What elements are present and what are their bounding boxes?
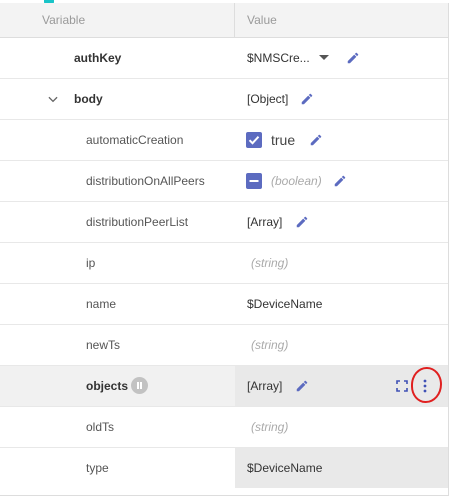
- value-cell[interactable]: (boolean): [235, 161, 448, 201]
- value-placeholder: (boolean): [271, 174, 322, 188]
- variable-name: distributionPeerList: [86, 215, 189, 229]
- variable-name: newTs: [86, 338, 121, 352]
- pencil-icon[interactable]: [300, 92, 314, 106]
- variable-name: ip: [86, 256, 96, 270]
- variable-cell: automaticCreation: [0, 120, 234, 160]
- variable-name: body: [74, 92, 103, 106]
- info-icon[interactable]: [131, 377, 148, 394]
- value-cell[interactable]: [Array]: [235, 202, 448, 242]
- variable-name: automaticCreation: [86, 133, 184, 147]
- checkbox-checked-icon[interactable]: [246, 132, 262, 148]
- variable-cell: ip: [0, 243, 234, 283]
- variable-cell: objects: [0, 366, 234, 406]
- variable-name: authKey: [74, 51, 122, 65]
- variable-cell: type: [0, 448, 234, 488]
- value-placeholder: (string): [251, 338, 289, 352]
- value-placeholder: (string): [251, 420, 289, 434]
- row-name[interactable]: name $DeviceName: [0, 284, 448, 325]
- variable-cell: newTs: [0, 325, 234, 365]
- variable-cell: name: [0, 284, 234, 324]
- variables-table: Variable Value authKey $NMSCre... body […: [0, 3, 449, 496]
- value-cell[interactable]: true: [235, 120, 448, 160]
- row-oldts[interactable]: oldTs (string): [0, 407, 448, 448]
- variable-cell: oldTs: [0, 407, 234, 447]
- row-body[interactable]: body [Object]: [0, 79, 448, 120]
- row-ip[interactable]: ip (string): [0, 243, 448, 284]
- dropdown-arrow-icon[interactable]: [319, 55, 329, 60]
- pencil-icon[interactable]: [333, 174, 347, 188]
- variable-cell: distributionOnAllPeers: [0, 161, 234, 201]
- variable-name: distributionOnAllPeers: [86, 174, 205, 188]
- row-automaticcreation[interactable]: automaticCreation true: [0, 120, 448, 161]
- pencil-icon[interactable]: [346, 51, 360, 65]
- variable-cell: authKey: [0, 38, 234, 78]
- row-distributionpeerlist[interactable]: distributionPeerList [Array]: [0, 202, 448, 243]
- pencil-icon[interactable]: [295, 215, 309, 229]
- row-newts[interactable]: newTs (string): [0, 325, 448, 366]
- table-header: Variable Value: [0, 3, 448, 38]
- expand-icon[interactable]: [396, 380, 408, 392]
- variable-cell: distributionPeerList: [0, 202, 234, 242]
- variable-cell: body: [0, 79, 234, 119]
- highlight-circle: [411, 367, 442, 403]
- header-value: Value: [247, 13, 277, 27]
- value-cell[interactable]: (string): [235, 243, 448, 283]
- value-placeholder: (string): [251, 256, 289, 270]
- row-authkey[interactable]: authKey $NMSCre...: [0, 38, 448, 79]
- value-text: true: [271, 132, 296, 148]
- row-type[interactable]: type $DeviceName: [0, 448, 448, 488]
- value-text: [Object]: [247, 92, 289, 106]
- value-cell[interactable]: [Object]: [235, 79, 448, 119]
- chevron-down-icon[interactable]: [46, 92, 60, 106]
- value-cell[interactable]: (string): [235, 325, 448, 365]
- variable-name: objects: [86, 379, 129, 393]
- value-text: $NMSCre...: [247, 51, 310, 65]
- pencil-icon[interactable]: [309, 133, 323, 147]
- checkbox-indeterminate-icon[interactable]: [246, 173, 262, 189]
- variable-name: type: [86, 461, 109, 475]
- value-cell[interactable]: $NMSCre...: [235, 38, 448, 78]
- header-variable: Variable: [42, 13, 86, 27]
- variable-name: name: [86, 297, 117, 311]
- row-objects[interactable]: objects [Array]: [0, 366, 448, 407]
- value-cell[interactable]: [Array]: [235, 366, 448, 406]
- value-text: $DeviceName: [247, 297, 323, 311]
- value-cell[interactable]: (string): [235, 407, 448, 447]
- value-text: [Array]: [247, 215, 283, 229]
- value-cell[interactable]: $DeviceName: [235, 284, 448, 324]
- row-distributiononallpeers[interactable]: distributionOnAllPeers (boolean): [0, 161, 448, 202]
- value-text: $DeviceName: [247, 461, 323, 475]
- variable-name: oldTs: [86, 420, 115, 434]
- value-text: [Array]: [247, 379, 283, 393]
- header-divider: [234, 3, 235, 37]
- value-cell[interactable]: $DeviceName: [235, 448, 448, 488]
- pencil-icon[interactable]: [295, 379, 309, 393]
